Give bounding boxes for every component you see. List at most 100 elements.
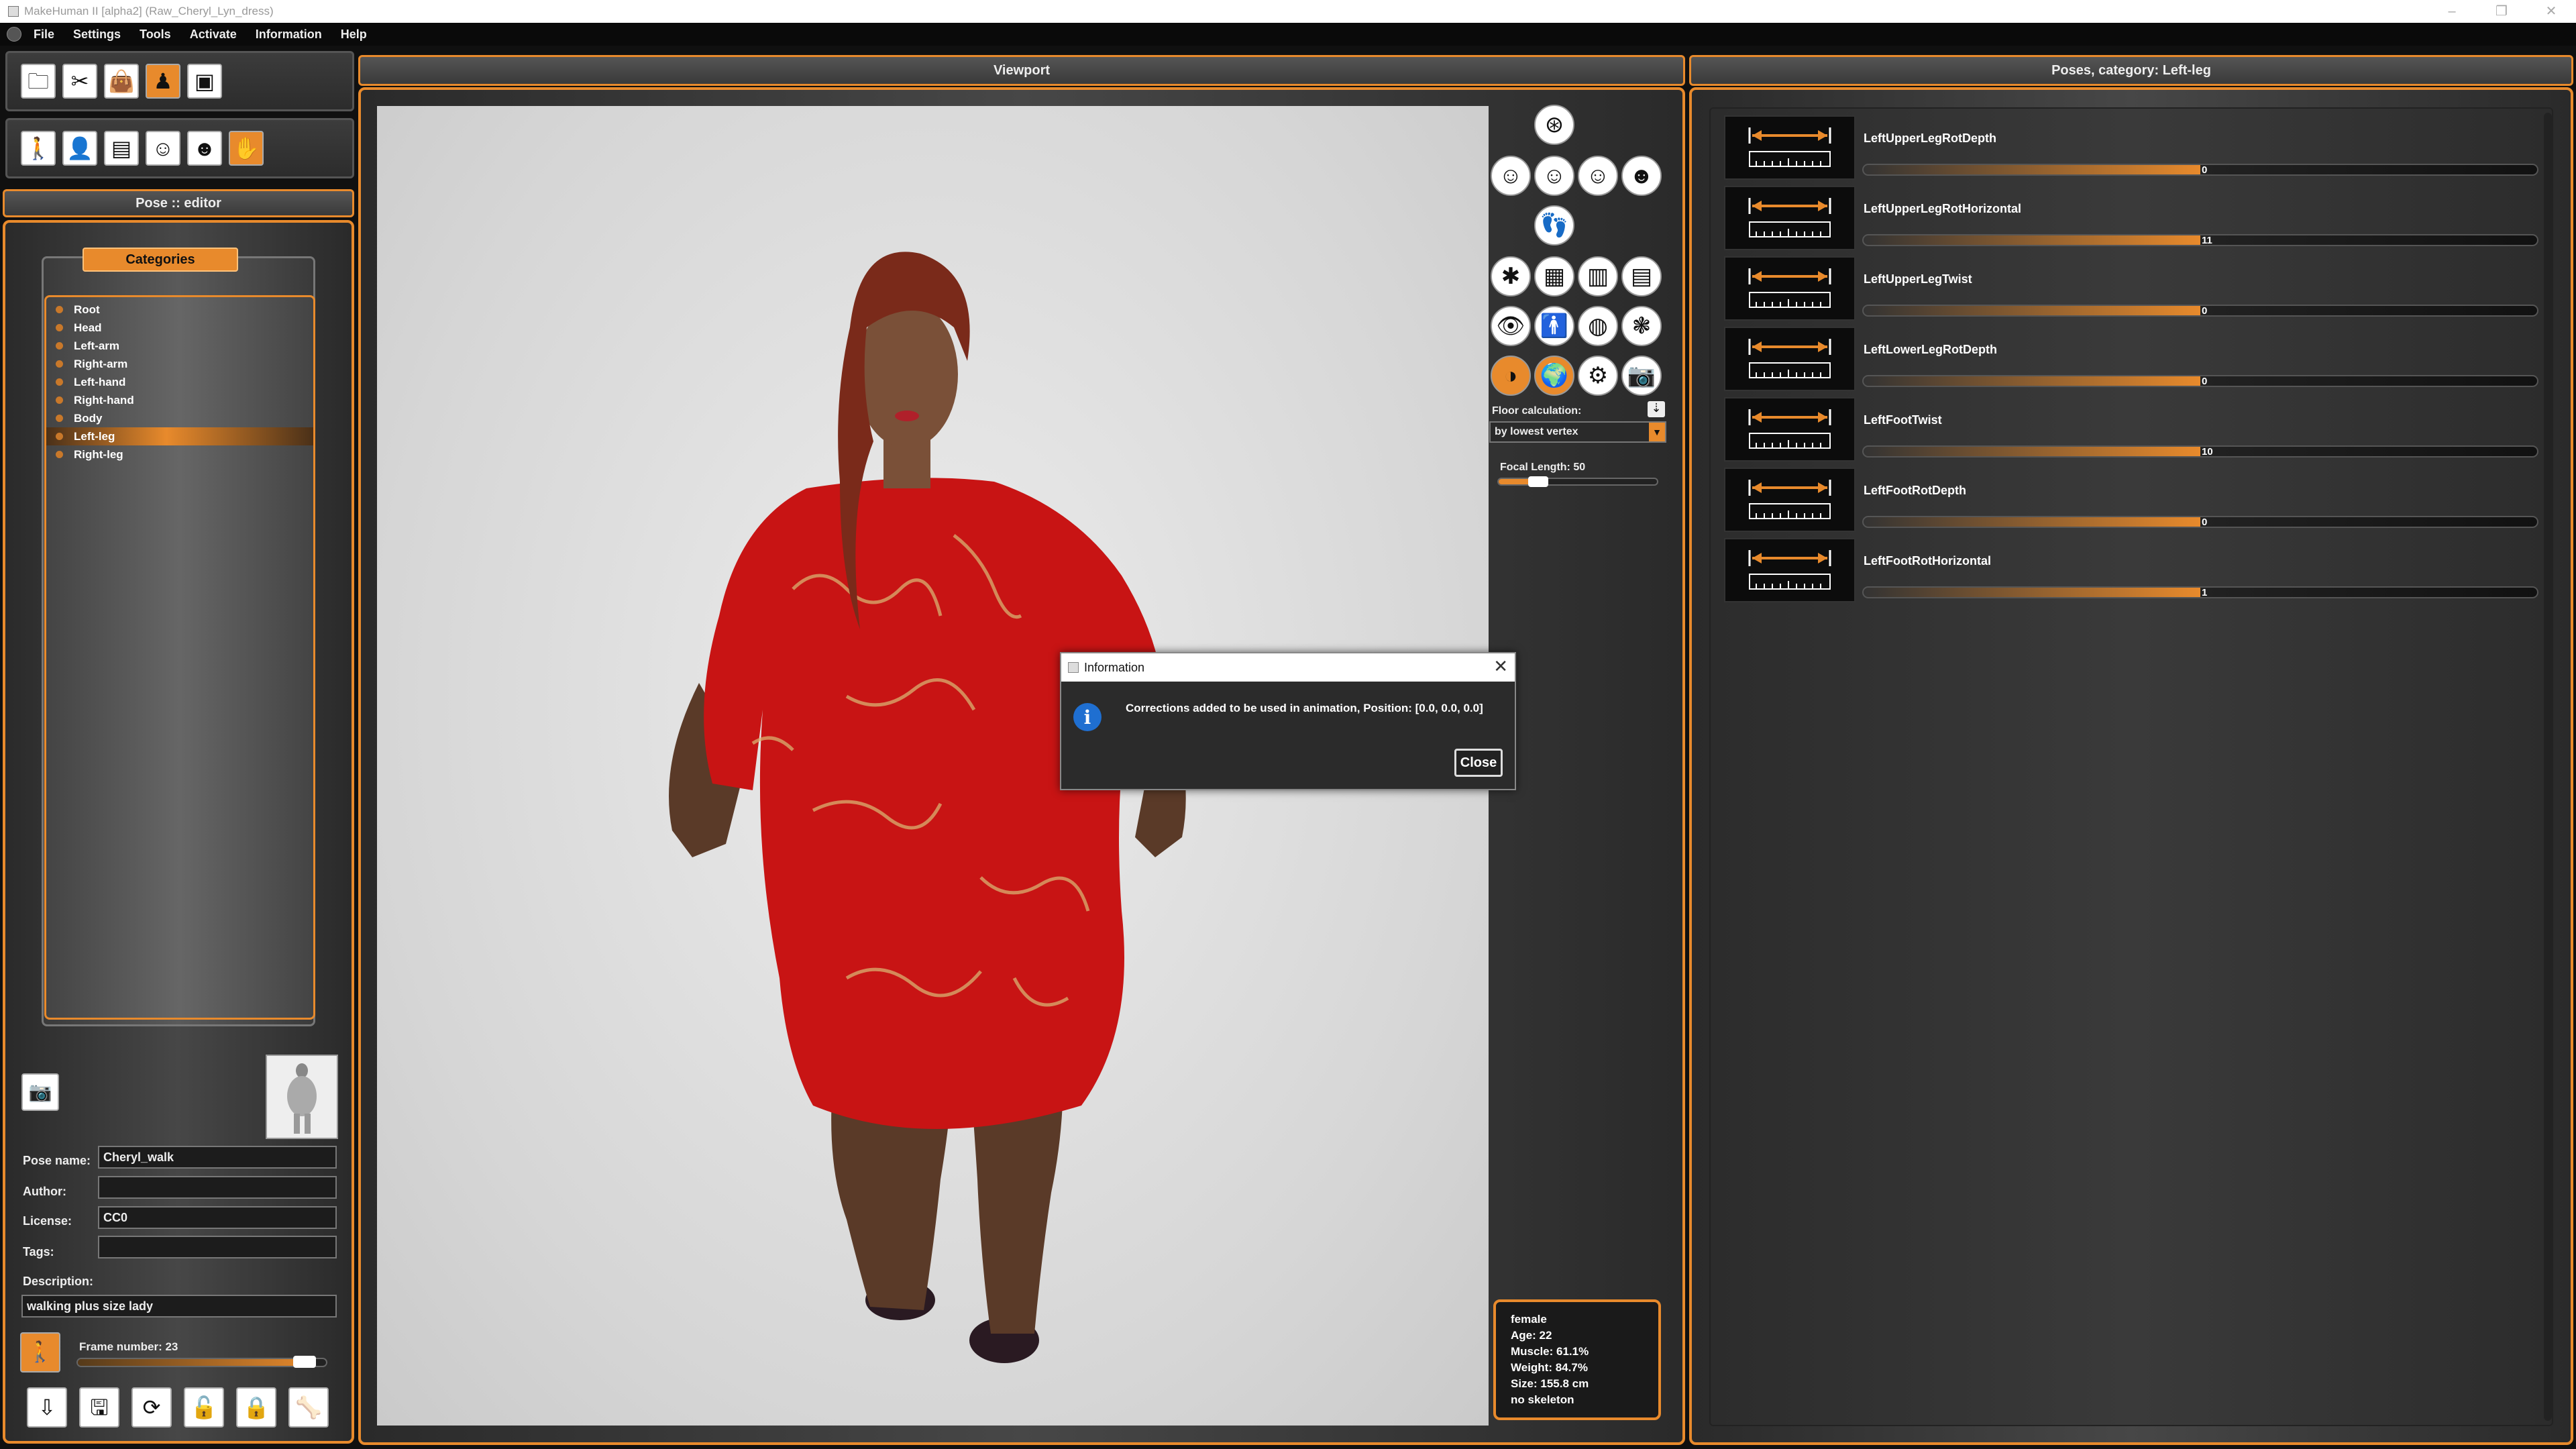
globe-icon[interactable]: 🌍	[1534, 356, 1574, 396]
dialog-titlebar: Information	[1061, 653, 1515, 682]
category-left-arm[interactable]: Left-arm	[46, 337, 313, 355]
menu-file[interactable]: File	[34, 28, 54, 42]
skeleton-icon[interactable]: ✱	[1491, 256, 1531, 297]
pose-slider[interactable]: 10	[1862, 445, 2538, 458]
pose-figure-icon[interactable]: ❃	[1621, 306, 1662, 346]
menu-activate[interactable]: Activate	[190, 28, 237, 42]
description-field[interactable]: walking plus size lady	[21, 1295, 337, 1318]
close-window-button[interactable]: ✕	[2528, 0, 2575, 23]
category-right-hand[interactable]: Right-hand	[46, 391, 313, 409]
minimize-button[interactable]: –	[2428, 0, 2475, 23]
category-root[interactable]: Root	[46, 301, 313, 319]
frame-slider-handle[interactable]	[293, 1356, 317, 1368]
categories-button[interactable]: Categories	[83, 248, 238, 272]
pose-slider[interactable]: 0	[1862, 375, 2538, 387]
license-field[interactable]: CC0	[98, 1206, 337, 1229]
expression-icon[interactable]: ☻	[187, 131, 222, 166]
settings-gear-icon[interactable]: ⚙	[1578, 356, 1618, 396]
floor-calculation-select[interactable]: by lowest vertex ▼	[1489, 421, 1666, 443]
animation-pose-icon[interactable]: 🚶	[20, 1332, 60, 1373]
tags-field[interactable]	[98, 1236, 337, 1258]
wireframe-icon[interactable]: ◍	[1578, 306, 1618, 346]
focal-length-slider[interactable]	[1497, 476, 1658, 487]
viewport-header: Viewport	[358, 55, 1685, 86]
pose-row: LeftFootRotHorizontal 1	[1724, 538, 2538, 602]
load-icon[interactable]: ⇩	[27, 1387, 67, 1428]
camera-icon[interactable]: 📷	[21, 1073, 59, 1111]
human-icon[interactable]: 🚶	[21, 131, 56, 166]
pose-slider[interactable]: 11	[1862, 234, 2538, 246]
radio-icon	[56, 415, 63, 422]
menu-help[interactable]: Help	[341, 28, 367, 42]
radio-icon	[56, 396, 63, 404]
figure-icon[interactable]: 🚹	[1534, 306, 1574, 346]
floor-calculation-label: Floor calculation:	[1492, 405, 1582, 417]
pose-name-field[interactable]: Cheryl_walk	[98, 1146, 337, 1169]
description-label: Description:	[23, 1275, 94, 1288]
face-right-icon[interactable]: ☺	[1578, 156, 1618, 196]
lock-icon[interactable]: 🔒	[236, 1387, 276, 1428]
face-front-icon[interactable]: ☺	[1534, 156, 1574, 196]
pose-icon[interactable]: ✋	[229, 131, 264, 166]
info-icon: i	[1073, 703, 1102, 731]
pose-name-label: Pose name:	[23, 1154, 91, 1167]
dialog-close-icon[interactable]: ✕	[1493, 656, 1508, 677]
floor-info-icon[interactable]: ⇣	[1648, 401, 1665, 417]
pose-row: LeftFootRotDepth 0	[1724, 468, 2538, 532]
poses-scrollbar[interactable]	[2544, 113, 2552, 1421]
author-field[interactable]	[98, 1176, 337, 1199]
eye-icon[interactable]: 👁	[1491, 306, 1531, 346]
body-texture-icon[interactable]: ◑	[1491, 356, 1531, 396]
frame-slider[interactable]	[76, 1356, 327, 1368]
characters-icon[interactable]: ♟	[146, 64, 180, 99]
screenshot-camera-icon[interactable]: 📷	[1621, 356, 1662, 396]
pose-row: LeftUpperLegRotHorizontal 11	[1724, 186, 2538, 250]
menu-tools[interactable]: Tools	[140, 28, 171, 42]
rotate-icon[interactable]: ⟳	[131, 1387, 172, 1428]
menu-bar: File Settings Tools Activate Information…	[0, 23, 2576, 46]
render-icon[interactable]: ▣	[187, 64, 222, 99]
pose-name: LeftUpperLegRotHorizontal	[1864, 202, 2021, 215]
radio-icon	[56, 451, 63, 458]
open-file-icon[interactable]: 🗀	[21, 64, 56, 99]
head-back-icon[interactable]: ☻	[1621, 156, 1662, 196]
license-label: License:	[23, 1214, 72, 1228]
category-right-leg[interactable]: Right-leg	[46, 445, 313, 464]
dialog-close-button[interactable]: Close	[1454, 749, 1503, 777]
equipment-icon[interactable]: 👜	[104, 64, 139, 99]
bone-icon[interactable]: 🦴	[288, 1387, 329, 1428]
figure-icon[interactable]: 👤	[62, 131, 97, 166]
pose-slider[interactable]: 0	[1862, 305, 2538, 317]
unlock-icon[interactable]: 🔓	[184, 1387, 224, 1428]
menu-settings[interactable]: Settings	[73, 28, 121, 42]
film-icon[interactable]: ▤	[104, 131, 139, 166]
radio-icon	[56, 360, 63, 368]
pose-name: LeftFootRotDepth	[1864, 484, 1966, 497]
menu-information[interactable]: Information	[256, 28, 322, 42]
information-dialog: Information ✕ i Corrections added to be …	[1060, 652, 1516, 790]
side-grid-icon[interactable]: ▥	[1578, 256, 1618, 297]
focal-length-handle[interactable]	[1528, 476, 1548, 487]
category-head[interactable]: Head	[46, 319, 313, 337]
pose-row: LeftFootTwist 10	[1724, 397, 2538, 462]
pose-name: LeftLowerLegRotDepth	[1864, 343, 1997, 356]
modifier-icon[interactable]: ✂	[62, 64, 97, 99]
pose-slider[interactable]: 0	[1862, 516, 2538, 528]
category-left-hand[interactable]: Left-hand	[46, 373, 313, 391]
target-icon[interactable]: ⊛	[1534, 105, 1574, 145]
save-icon[interactable]: 🖫	[79, 1387, 119, 1428]
maximize-button[interactable]: ❐	[2478, 0, 2525, 23]
grid-icon[interactable]: ▦	[1534, 256, 1574, 297]
main-toolbar: 🗀 ✂ 👜 ♟ ▣	[5, 51, 354, 111]
category-left-leg[interactable]: Left-leg	[46, 427, 313, 445]
pose-slider[interactable]: 0	[1862, 164, 2538, 176]
mask-icon[interactable]: ☺	[146, 131, 180, 166]
category-right-arm[interactable]: Right-arm	[46, 355, 313, 373]
dialog-app-icon	[1068, 662, 1079, 673]
face-left-icon[interactable]: ☺	[1491, 156, 1531, 196]
pose-value: 0	[2202, 376, 2208, 387]
feet-icon[interactable]: 👣	[1534, 205, 1574, 246]
pose-slider[interactable]: 1	[1862, 586, 2538, 598]
floor-grid-icon[interactable]: ▤	[1621, 256, 1662, 297]
category-body[interactable]: Body	[46, 409, 313, 427]
